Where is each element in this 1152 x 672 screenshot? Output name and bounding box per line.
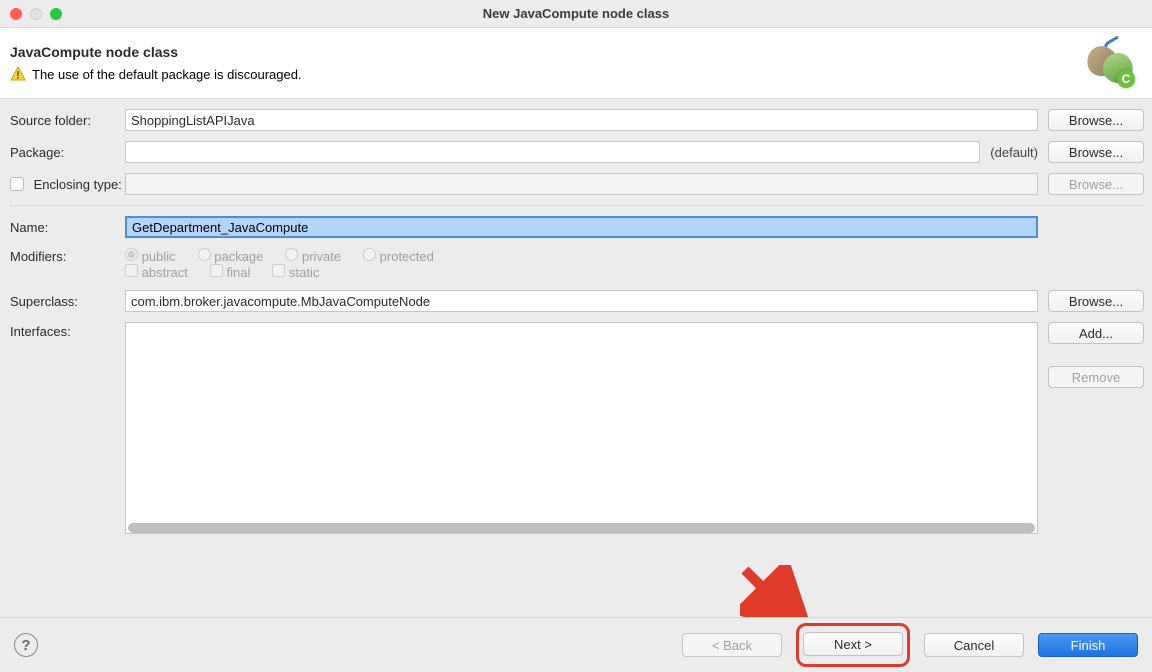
package-browse-button[interactable]: Browse... <box>1048 141 1144 163</box>
modifier-public: public <box>125 248 176 264</box>
window-title: New JavaCompute node class <box>0 6 1152 21</box>
wizard-header: JavaCompute node class The use of the de… <box>0 28 1152 99</box>
source-folder-input[interactable] <box>125 109 1038 131</box>
modifier-final: final <box>210 264 250 280</box>
help-icon[interactable]: ? <box>14 633 38 657</box>
modifiers-label: Modifiers: <box>10 249 125 264</box>
form-area: Source folder: Browse... Package: (defau… <box>0 99 1152 534</box>
titlebar: New JavaCompute node class <box>0 0 1152 28</box>
enclosing-type-label[interactable]: Enclosing type: <box>10 177 125 192</box>
modifier-static: static <box>272 264 319 280</box>
modifier-protected: protected <box>363 248 434 264</box>
name-label: Name: <box>10 220 125 235</box>
back-button: < Back <box>682 633 782 657</box>
wizard-footer: ? < Back Next > Cancel Finish <box>0 617 1152 672</box>
modifier-abstract: abstract <box>125 264 188 280</box>
interfaces-list[interactable] <box>125 322 1038 534</box>
minimize-icon <box>30 8 42 20</box>
modifier-package: package <box>198 248 264 264</box>
interfaces-add-button[interactable]: Add... <box>1048 322 1144 344</box>
warning-message: The use of the default package is discou… <box>10 66 302 82</box>
cancel-button[interactable]: Cancel <box>924 633 1024 657</box>
superclass-browse-button[interactable]: Browse... <box>1048 290 1144 312</box>
zoom-icon[interactable] <box>50 8 62 20</box>
package-input[interactable] <box>125 141 980 163</box>
source-folder-browse-button[interactable]: Browse... <box>1048 109 1144 131</box>
wizard-banner-icon: C <box>1083 38 1138 88</box>
superclass-input[interactable] <box>125 290 1038 312</box>
superclass-label: Superclass: <box>10 294 125 309</box>
enclosing-type-checkbox[interactable] <box>10 177 24 191</box>
window-controls <box>10 8 62 20</box>
warning-icon <box>10 66 26 82</box>
next-button[interactable]: Next > <box>803 632 903 656</box>
close-icon[interactable] <box>10 8 22 20</box>
horizontal-scrollbar[interactable] <box>128 523 1035 533</box>
source-folder-label: Source folder: <box>10 113 125 128</box>
name-input[interactable] <box>125 216 1038 238</box>
package-default-hint: (default) <box>990 145 1038 160</box>
enclosing-type-input <box>125 173 1038 195</box>
enclosing-type-browse-button: Browse... <box>1048 173 1144 195</box>
interfaces-label: Interfaces: <box>10 322 125 339</box>
warning-text: The use of the default package is discou… <box>32 67 302 82</box>
annotation-highlight: Next > <box>796 623 910 667</box>
page-title: JavaCompute node class <box>10 44 302 60</box>
access-modifier-group: public package private protected <box>125 248 434 264</box>
other-modifier-group: abstract final static <box>125 264 1144 280</box>
finish-button[interactable]: Finish <box>1038 633 1138 657</box>
interfaces-remove-button: Remove <box>1048 366 1144 388</box>
divider <box>10 205 1144 206</box>
package-label: Package: <box>10 145 125 160</box>
modifier-private: private <box>285 248 341 264</box>
